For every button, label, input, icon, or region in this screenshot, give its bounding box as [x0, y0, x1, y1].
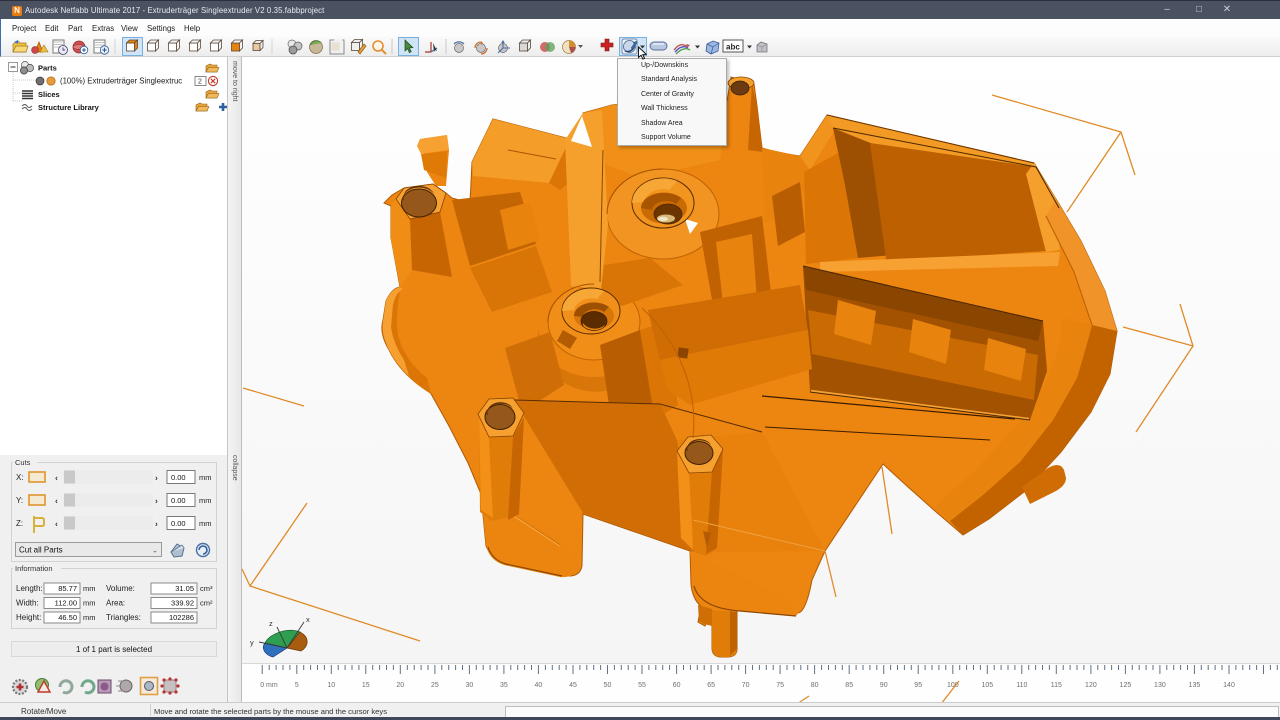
svg-text:55: 55 [638, 682, 646, 689]
svg-text:30: 30 [466, 682, 474, 689]
svg-text:140: 140 [1223, 682, 1235, 689]
svg-text:35: 35 [500, 682, 508, 689]
svg-text:15: 15 [362, 682, 370, 689]
svg-text:75: 75 [776, 682, 784, 689]
svg-text:80: 80 [811, 682, 819, 689]
svg-text:50: 50 [604, 682, 612, 689]
svg-text:60: 60 [673, 682, 681, 689]
svg-text:0 mm: 0 mm [260, 682, 278, 689]
svg-text:20: 20 [396, 682, 404, 689]
svg-text:110: 110 [1016, 682, 1027, 689]
svg-text:y: y [250, 638, 254, 647]
svg-text:25: 25 [431, 682, 439, 689]
svg-text:105: 105 [981, 682, 993, 689]
svg-text:x: x [306, 615, 310, 624]
svg-text:85: 85 [845, 682, 853, 689]
svg-text:130: 130 [1154, 682, 1166, 689]
svg-text:10: 10 [327, 682, 335, 689]
svg-text:95: 95 [914, 682, 922, 689]
svg-text:70: 70 [742, 682, 750, 689]
svg-text:90: 90 [880, 682, 888, 689]
svg-text:120: 120 [1085, 682, 1097, 689]
svg-text:135: 135 [1189, 682, 1201, 689]
svg-text:65: 65 [707, 682, 715, 689]
svg-text:5: 5 [295, 682, 299, 689]
svg-text:45: 45 [569, 682, 577, 689]
svg-text:40: 40 [535, 682, 543, 689]
svg-text:125: 125 [1120, 682, 1132, 689]
svg-text:115: 115 [1051, 682, 1062, 689]
svg-text:z: z [269, 619, 273, 628]
